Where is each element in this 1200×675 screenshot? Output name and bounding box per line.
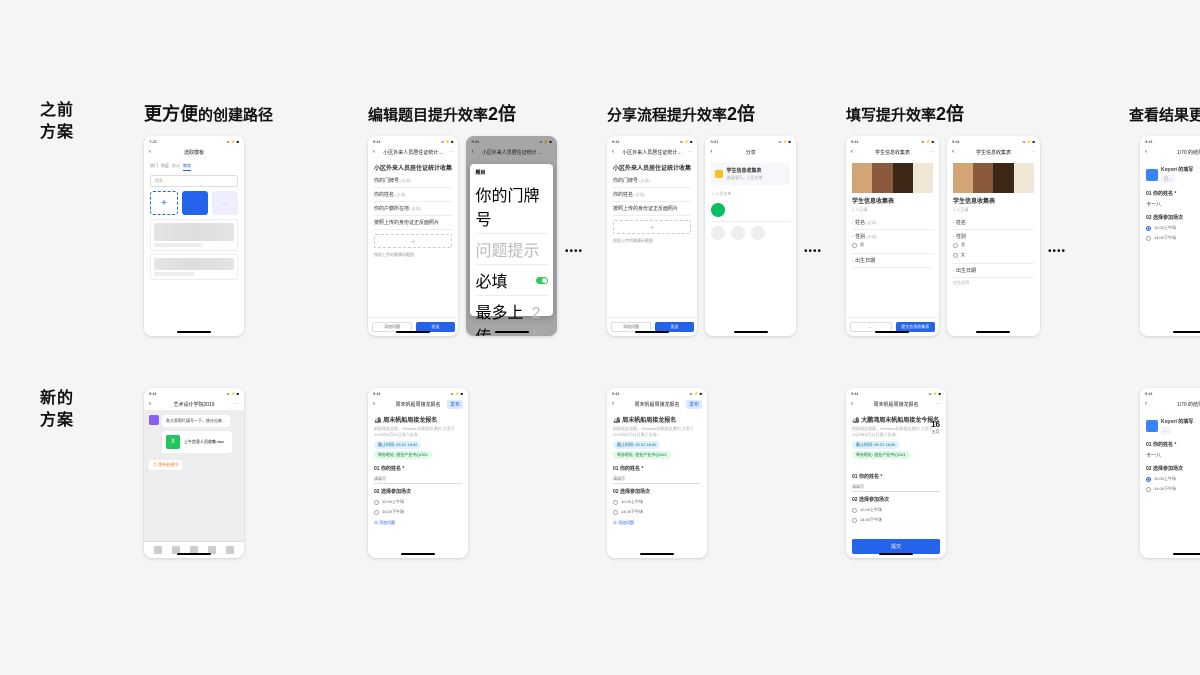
new-blank-tile[interactable]: +: [150, 191, 178, 215]
headline-4: 填写提升效率2倍: [846, 100, 1066, 126]
col-result: 查看结果更流畅 9:41•• ⚡ ■ ‹1/70 的结果 Koyori 的填写已…: [1090, 100, 1200, 336]
headline-5: 查看结果更流畅: [1090, 100, 1200, 126]
add-question-link[interactable]: ⊕ 添加问题: [374, 517, 462, 526]
wechat-icon[interactable]: [711, 203, 725, 217]
add-question-button[interactable]: +: [374, 234, 452, 248]
form-title: 小区外来人员居住证统计收集: [374, 163, 452, 172]
form-icon: [715, 170, 723, 178]
phone-edit-sheet: 9:41•• ⚡ ■ ‹小区外来人员居住证统计… 题目 你的门牌号 问题提示 必…: [466, 136, 556, 336]
phone-edit-list: 9:41•• ⚡ ■ ‹小区外来人员居住证统计…⋯ 小区外来人员居住证统计收集 …: [368, 136, 458, 336]
col-fill: 填写提升效率2倍 9:41•• ⚡ ■ ‹学生信息收集表⋯ 学生信息收集表 1 …: [846, 100, 1066, 336]
col-create: 更方便的创建路径 7:22•• ⚡ ■ ‹选取模板 热门防疫办公教育 搜索 +·…: [144, 100, 344, 336]
avatar: [1146, 420, 1158, 432]
col-share: 分享流程提升效率2倍 9:41•• ⚡ ■ ‹小区外来人员居住证统计…⋯ 小区外…: [607, 100, 822, 336]
col-edit: 编辑题目提升效率2倍 9:41•• ⚡ ■ ‹小区外来人员居住证统计…⋯ 小区外…: [368, 100, 583, 336]
row-label-old: 之前 方案: [40, 100, 120, 145]
phone-share-form: 9:41•• ⚡ ■ ‹小区外来人员居住证统计…⋯ 小区外来人员居住证统计收集 …: [607, 136, 697, 336]
cover-image: [852, 163, 933, 193]
phone-share-panel: 9:41•• ⚡ ■ ‹分享 学生信息收集表邀请填写，人员名单 ✓ 人员名单: [705, 136, 795, 336]
submit-button[interactable]: 提交: [852, 539, 940, 554]
copy-icon[interactable]: [751, 226, 765, 240]
headline-2: 编辑题目提升效率2倍: [368, 100, 583, 126]
phone-result: 9:41•• ⚡ ■ ‹1/70 的结果 Koyori 的填写已… 01 你的姓…: [1140, 136, 1200, 336]
row-label-new: 新的 方案: [40, 388, 120, 433]
tabs[interactable]: 热门防疫办公教育: [150, 163, 238, 171]
link-icon[interactable]: [711, 226, 725, 240]
phone-fill-1: 9:41•• ⚡ ■ ‹学生信息收集表⋯ 学生信息收集表 1 人已填 · 姓名 …: [846, 136, 939, 336]
required-toggle[interactable]: [536, 277, 548, 284]
template-tile[interactable]: [182, 191, 208, 215]
template-card[interactable]: [150, 219, 238, 251]
headline-1: 更方便的创建路径: [144, 100, 344, 126]
phone-chat: 9:41•• ⚡ ■ ‹艺术设计学院2019⋯ 各大家帮忙填写一下，统计出来… …: [144, 388, 244, 558]
excel-icon: X: [166, 435, 180, 449]
date-badge: 16五月: [931, 420, 940, 435]
back-icon[interactable]: ‹: [149, 149, 151, 155]
flow-dots: ••••: [565, 136, 583, 336]
new-col-1: 9:41•• ⚡ ■ ‹艺术设计学院2019⋯ 各大家帮忙填写一下，统计出来… …: [144, 388, 344, 558]
question-edit-sheet: 题目 你的门牌号 问题提示 必填 最多上传2 ›: [470, 164, 552, 316]
chat-toolbar[interactable]: [144, 541, 244, 558]
phone-templates: 7:22•• ⚡ ■ ‹选取模板 热门防疫办公教育 搜索 +···: [144, 136, 244, 336]
name-input[interactable]: [374, 474, 462, 484]
headline-3: 分享流程提升效率2倍: [607, 100, 822, 126]
result-user: Koyori 的填写已…: [1146, 163, 1200, 186]
phone-new-fill: 9:41•• ⚡ ■ ‹周末帆船周接龙报名⋯ 🏕 大鹏湾周末帆船周接龙今报名 帆…: [846, 388, 946, 558]
phone-new-edit: 9:41•• ⚡ ■ ‹周末帆船周接龙报名发布 🏕 周末帆船周接龙报名 帆船周友…: [368, 388, 468, 558]
search-input[interactable]: 搜索: [150, 175, 238, 187]
phone-fill-2: 9:41•• ⚡ ■ ‹学生信息收集表⋯ 学生信息收集表 1 人已填 · 姓名 …: [947, 136, 1040, 336]
share-preview: 学生信息收集表邀请填写，人员名单: [711, 163, 789, 185]
phone-new-result: 9:41•• ⚡ ■ ‹1/70 的结果 Koyori 的填写… 01 你的姓名…: [1140, 388, 1200, 558]
avatar: [149, 415, 159, 425]
phone-new-share: 9:41•• ⚡ ■ ‹周末帆船周接龙报名发布 🏕 周末帆船周接龙报名 帆船周友…: [607, 388, 707, 558]
qr-icon[interactable]: [731, 226, 745, 240]
file-attachment[interactable]: X上午信息人员收集.xlsx: [162, 431, 232, 453]
